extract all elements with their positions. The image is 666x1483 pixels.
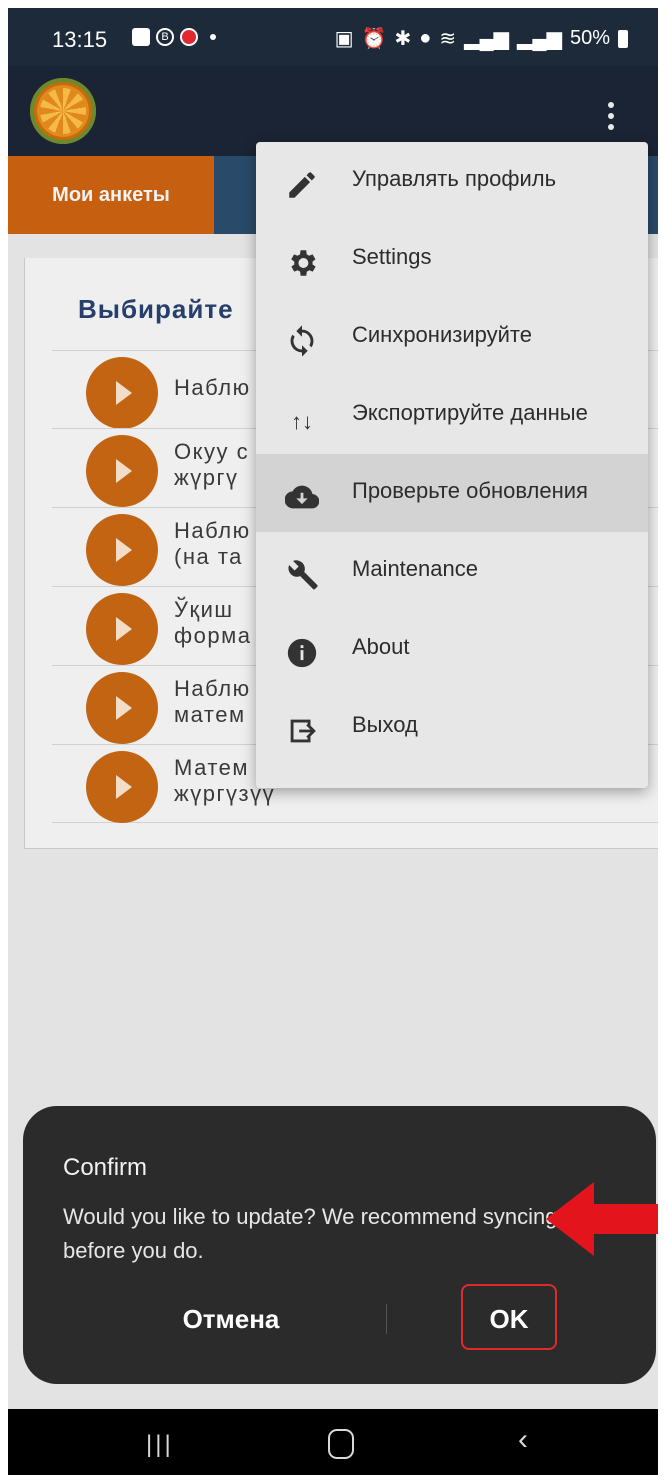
cloud-download-icon bbox=[282, 480, 322, 520]
menu-item-label: Управлять профиль bbox=[352, 166, 557, 191]
overflow-menu: Управлять профиль Settings Синхронизируй… bbox=[256, 142, 648, 788]
gallery-icon bbox=[132, 28, 150, 46]
menu-item-maintenance[interactable]: Maintenance bbox=[256, 532, 648, 610]
play-icon[interactable] bbox=[86, 593, 158, 665]
b-icon: B bbox=[156, 28, 174, 46]
item-text: жүргү bbox=[174, 465, 239, 490]
status-bar: 13:15 B ▣ ⏰ ✱ ● ≋ ▂▄▆ ▂▄▆ 50% bbox=[8, 8, 658, 66]
sync-icon bbox=[282, 324, 322, 364]
arrow-annotation-icon bbox=[546, 1182, 658, 1256]
play-icon[interactable] bbox=[86, 672, 158, 744]
lock-icon: ▣ bbox=[334, 28, 354, 50]
play-icon[interactable] bbox=[86, 435, 158, 507]
item-text: Матем bbox=[174, 755, 250, 780]
info-icon bbox=[282, 636, 322, 676]
button-divider bbox=[386, 1304, 387, 1334]
signal-icon: ▂▄▆ bbox=[464, 28, 510, 50]
app-logo bbox=[30, 78, 96, 144]
menu-item-label: Экспортируйте данные bbox=[352, 400, 588, 425]
screen: 13:15 B ▣ ⏰ ✱ ● ≋ ▂▄▆ ▂▄▆ 50% Мои анкеты bbox=[8, 8, 658, 1475]
logout-icon bbox=[282, 714, 322, 754]
item-text: Наблю bbox=[174, 518, 251, 543]
status-time: 13:15 bbox=[52, 27, 108, 52]
menu-item-label: Синхронизируйте bbox=[352, 322, 532, 347]
home-icon[interactable] bbox=[328, 1429, 354, 1459]
status-left-icons: B bbox=[132, 28, 216, 46]
item-text: матем bbox=[174, 702, 246, 727]
menu-item-settings[interactable]: Settings bbox=[256, 220, 648, 298]
ok-button[interactable]: OK bbox=[461, 1284, 557, 1350]
item-text: Окуу с bbox=[174, 439, 250, 464]
menu-item-label: About bbox=[352, 634, 410, 659]
cancel-button[interactable]: Отмена bbox=[141, 1294, 321, 1344]
location-icon: ● bbox=[419, 27, 432, 49]
item-text: Ўқиш bbox=[174, 597, 234, 622]
play-icon[interactable] bbox=[86, 514, 158, 586]
item-text: форма bbox=[174, 623, 252, 648]
pencil-icon bbox=[282, 168, 322, 208]
notification-dot-icon bbox=[210, 34, 216, 40]
play-icon[interactable] bbox=[86, 357, 158, 429]
menu-item-sync[interactable]: Синхронизируйте bbox=[256, 298, 648, 376]
alarm-icon: ⏰ bbox=[361, 28, 387, 50]
tab-my-surveys[interactable]: Мои анкеты bbox=[8, 156, 214, 234]
menu-item-check-updates[interactable]: Проверьте обновления bbox=[256, 454, 648, 532]
status-right-icons: ▣ ⏰ ✱ ● ≋ ▂▄▆ ▂▄▆ 50% bbox=[335, 26, 628, 51]
dialog-title: Confirm bbox=[63, 1154, 148, 1181]
menu-item-about[interactable]: About bbox=[256, 610, 648, 688]
bluetooth-icon: ✱ bbox=[394, 28, 412, 50]
item-text: Наблю bbox=[174, 676, 251, 701]
sort-icon: ↑↓ bbox=[291, 409, 313, 434]
menu-item-logout[interactable]: Выход bbox=[256, 688, 648, 766]
menu-item-label: Проверьте обновления bbox=[352, 478, 588, 503]
item-text: (на та bbox=[174, 544, 243, 569]
menu-item-label: Maintenance bbox=[352, 556, 478, 581]
back-icon[interactable]: ‹ bbox=[518, 1423, 528, 1457]
menu-item-label: Выход bbox=[352, 712, 418, 737]
play-icon[interactable] bbox=[86, 751, 158, 823]
signal-icon: ▂▄▆ bbox=[517, 28, 562, 50]
menu-item-manage-profile[interactable]: Управлять профиль bbox=[256, 142, 648, 220]
battery-level: 50% bbox=[569, 27, 610, 49]
system-nav-bar: ||| ‹ bbox=[8, 1409, 658, 1475]
db-icon bbox=[180, 28, 198, 46]
item-text: Наблю bbox=[174, 375, 251, 400]
recent-apps-icon[interactable]: ||| bbox=[146, 1431, 174, 1459]
battery-icon bbox=[618, 29, 628, 48]
card-title: Выбирайте bbox=[78, 294, 234, 324]
wrench-icon bbox=[282, 558, 322, 598]
more-options-icon[interactable] bbox=[606, 102, 616, 130]
menu-item-export[interactable]: ↑↓ Экспортируйте данные bbox=[256, 376, 648, 454]
menu-item-label: Settings bbox=[352, 244, 432, 269]
gear-icon bbox=[282, 246, 322, 286]
wifi-icon: ≋ bbox=[439, 28, 457, 50]
